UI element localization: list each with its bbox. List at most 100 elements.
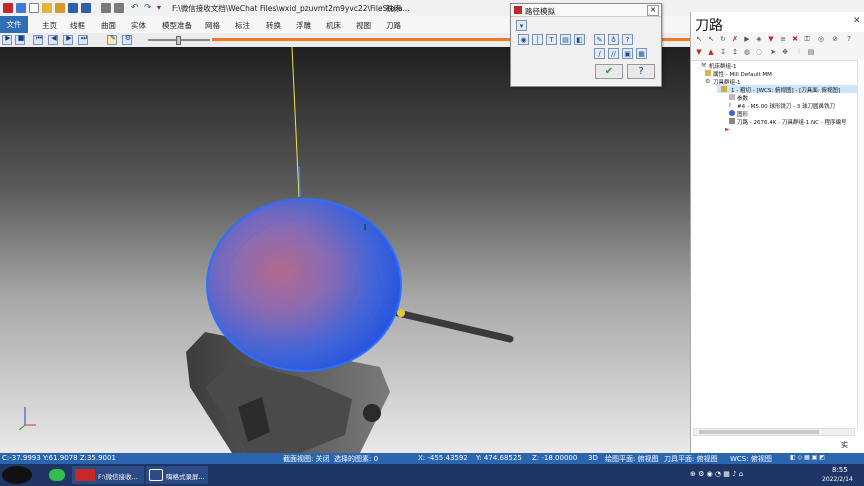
move-down-icon[interactable]: ▼: [695, 48, 703, 56]
delete-icon[interactable]: ✖: [791, 35, 799, 43]
trace-mode-icon[interactable]: ✎: [107, 34, 117, 45]
save-geometry-icon[interactable]: ▦: [636, 48, 647, 59]
toggle-display-icon[interactable]: ◎: [817, 35, 825, 43]
tree-geometry[interactable]: 图形: [737, 110, 748, 118]
tab-toolpaths[interactable]: 刀路: [386, 20, 401, 31]
print-icon[interactable]: [101, 3, 111, 13]
toolpath-display-icon[interactable]: ◉: [518, 34, 529, 45]
save-as-icon[interactable]: [81, 3, 91, 13]
status-wcs[interactable]: WCS: 俯视图: [730, 454, 772, 464]
help-button[interactable]: ?: [627, 64, 655, 79]
tab-surface[interactable]: 曲面: [101, 20, 116, 31]
panel-bottom-tab[interactable]: 实: [841, 440, 848, 450]
mastercam-logo-icon: [3, 3, 13, 13]
select-all-icon[interactable]: ↖: [695, 35, 703, 43]
lock-icon[interactable]: ⚿: [803, 35, 811, 43]
tab-solid[interactable]: 实体: [131, 20, 146, 31]
tree-properties[interactable]: 属性 - Mill Default MM: [713, 70, 772, 78]
context-tab-mill[interactable]: 铣床: [386, 3, 401, 14]
expand-icon[interactable]: ▤: [807, 48, 815, 56]
stock-display-icon[interactable]: ◧: [574, 34, 585, 45]
regenerate-dirty-icon[interactable]: ✗: [731, 35, 739, 43]
tree-parameters[interactable]: 参数: [737, 94, 748, 102]
high-feed-icon[interactable]: ≡: [779, 35, 787, 43]
status-3d-mode[interactable]: 3D: [588, 454, 598, 462]
ok-button[interactable]: ✔: [595, 64, 623, 79]
edit-icon[interactable]: ✎: [594, 34, 605, 45]
simulate-icon[interactable]: ▶: [743, 35, 751, 43]
cursor-select-icon[interactable]: ➤: [769, 48, 777, 56]
tab-home[interactable]: 主页: [42, 20, 57, 31]
tree-machine-group[interactable]: 机床群组-1: [709, 62, 736, 70]
draw-segment-icon[interactable]: //: [608, 48, 619, 59]
clock-date[interactable]: 2022/2/14: [822, 476, 853, 483]
select-dirty-icon[interactable]: ↖: [707, 35, 715, 43]
clock-time[interactable]: 8:55: [832, 466, 848, 474]
help-panel-icon[interactable]: ?: [845, 35, 853, 43]
tray-icons[interactable]: ⊕ ⚙ ◉ ◔ ▦ ♪ ⌂: [690, 470, 743, 478]
step-forward-icon[interactable]: ▶: [63, 34, 73, 45]
customize-icon[interactable]: ▾: [157, 3, 167, 13]
verify-icon[interactable]: ◈: [755, 35, 763, 43]
tab-file[interactable]: 文件: [0, 16, 28, 33]
tree-operation-1[interactable]: 1 - 粗切 - [WCS: 俯视图] - [刀具面: 俯视图]: [731, 86, 840, 94]
status-coords: C:-37.9993 Y:61.9078 Z:35.9001: [2, 454, 116, 462]
regenerate-icon[interactable]: ↻: [719, 35, 727, 43]
step-icon[interactable]: /: [594, 48, 605, 59]
tree-toolpath[interactable]: 刀路 - 2676.4K - 刀具群组-1.NC - 程序编号: [737, 118, 846, 126]
config-icon[interactable]: ♁: [608, 34, 619, 45]
tab-relief[interactable]: 浮雕: [296, 20, 311, 31]
merge-icon[interactable]: [55, 3, 65, 13]
status-view-icons[interactable]: ◧ ◇ ▦ ▣ ◩: [790, 454, 825, 461]
quick-verify-icon[interactable]: ▤: [560, 34, 571, 45]
screen-info-icon[interactable]: ▣: [622, 48, 633, 59]
status-tool-plane[interactable]: 刀具平面: 俯视图: [664, 454, 718, 464]
print-preview-icon[interactable]: [114, 3, 124, 13]
tab-annotate[interactable]: 标注: [235, 20, 250, 31]
taskbar-app-recorder[interactable]: 嗨格式录屏...: [146, 466, 208, 484]
cursor-pan-icon[interactable]: ✥: [781, 48, 789, 56]
single-display-tool-icon[interactable]: ◌: [755, 48, 763, 56]
tab-model-prep[interactable]: 模型准备: [162, 20, 192, 31]
post-icon[interactable]: ▼: [767, 35, 775, 43]
status-draw-plane[interactable]: 绘图平面: 俯视图: [605, 454, 659, 464]
tab-wireframe[interactable]: 线框: [70, 20, 85, 31]
insert-arrow-icon[interactable]: ↧: [719, 48, 727, 56]
dialog-close-icon[interactable]: ✕: [647, 5, 659, 16]
panel-close-icon[interactable]: ✕: [853, 16, 861, 26]
filter-icon[interactable]: ⫶: [795, 48, 803, 56]
taskbar-app-mastercam[interactable]: F:\微信接收...: [72, 466, 144, 484]
speed-slider-thumb[interactable]: [176, 36, 181, 45]
graphics-viewport[interactable]: [0, 47, 690, 453]
toggle-posting-icon[interactable]: ⊘: [831, 35, 839, 43]
tree-tool[interactable]: #4 - M5.00 球形铣刀 - 3 球刀圆鼻铣刀: [737, 102, 835, 110]
wechat-taskbar-icon[interactable]: [46, 466, 68, 484]
tab-view[interactable]: 视图: [356, 20, 371, 31]
cutter-display-icon[interactable]: │: [532, 34, 543, 45]
step-back-icon[interactable]: ◀: [48, 34, 58, 45]
tab-mesh[interactable]: 网格: [205, 20, 220, 31]
forward-end-icon[interactable]: ⏭: [78, 34, 88, 45]
tab-machine[interactable]: 机床: [326, 20, 341, 31]
new-file-icon[interactable]: [29, 3, 39, 13]
redo-icon[interactable]: ↷: [144, 3, 154, 13]
play-icon[interactable]: ▶: [2, 34, 12, 45]
panel-hscroll-thumb[interactable]: [699, 430, 819, 434]
rewind-start-icon[interactable]: ⏮: [33, 34, 43, 45]
sync-icon[interactable]: [16, 3, 26, 13]
move-up-icon[interactable]: ▲: [707, 48, 715, 56]
save-icon[interactable]: [68, 3, 78, 13]
start-button-icon[interactable]: [2, 466, 32, 484]
single-display-icon[interactable]: ◍: [743, 48, 751, 56]
help-icon[interactable]: ?: [622, 34, 633, 45]
scroll-to-insert-icon[interactable]: ↥: [731, 48, 739, 56]
stop-icon[interactable]: ■: [15, 34, 25, 45]
status-section-view[interactable]: 截面视图: 关闭: [283, 454, 330, 464]
display-options-icon[interactable]: ⚙: [122, 34, 132, 45]
undo-icon[interactable]: ↶: [131, 3, 141, 13]
holder-display-icon[interactable]: T: [546, 34, 557, 45]
panel-vertical-scrollbar[interactable]: [857, 60, 864, 430]
open-folder-icon[interactable]: [42, 3, 52, 13]
collapse-icon[interactable]: ▾: [516, 20, 527, 31]
tab-transform[interactable]: 转换: [266, 20, 281, 31]
